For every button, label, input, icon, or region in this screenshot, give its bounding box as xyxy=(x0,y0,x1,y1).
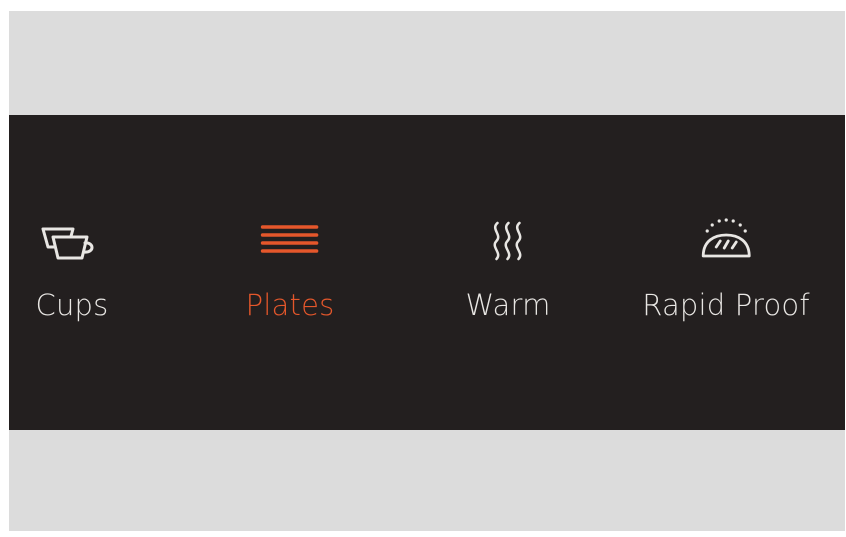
mode-button-rapid-proof[interactable]: Rapid Proof xyxy=(642,210,810,322)
mode-button-warm[interactable]: Warm xyxy=(465,210,550,322)
plates-icon xyxy=(250,210,330,270)
mode-label-cups: Cups xyxy=(35,288,109,322)
warm-icon xyxy=(468,210,548,270)
mode-label-plates: Plates xyxy=(245,288,335,322)
mode-label-warm: Warm xyxy=(465,288,551,322)
rapid-proof-icon xyxy=(686,210,766,270)
mode-label-rapid-proof: Rapid Proof xyxy=(642,288,810,322)
cups-icon xyxy=(32,210,112,270)
mode-button-cups[interactable]: Cups xyxy=(32,210,112,322)
mode-button-plates[interactable]: Plates xyxy=(246,210,335,322)
mode-control-panel: Cups Plates Warm Rapid Proof xyxy=(9,115,845,430)
